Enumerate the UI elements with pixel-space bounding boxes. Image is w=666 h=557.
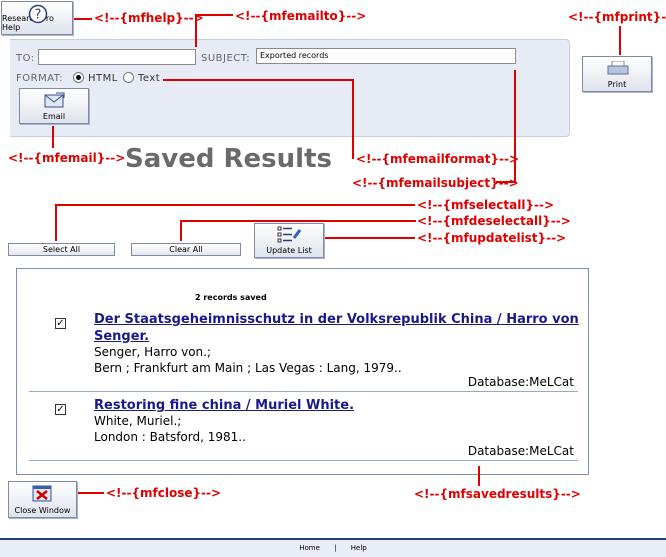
record-database: Database:MeLCat	[467, 375, 574, 389]
format-text-label: Text	[138, 73, 161, 84]
update-list-button-label: Update List	[266, 246, 312, 255]
help-icon: ?	[28, 4, 48, 24]
help-button[interactable]: ? Research Pro Help	[1, 1, 73, 35]
format-html-label: HTML	[88, 73, 118, 84]
format-html-radio[interactable]	[73, 72, 84, 83]
record-database: Database:MeLCat	[467, 444, 574, 458]
annotation-mfdeselectall: <!--{mfdeselectall}-->	[417, 214, 571, 228]
annotation-line	[52, 126, 54, 148]
annotation-mfupdatelist: <!--{mfupdatelist}-->	[417, 231, 567, 245]
annotation-mfemailformat: <!--{mfemailformat}-->	[356, 152, 520, 166]
annotation-line	[514, 70, 516, 182]
close-window-button-label: Close Window	[14, 506, 71, 515]
annotation-line	[325, 237, 415, 239]
close-window-icon	[32, 485, 52, 502]
email-button[interactable]: Email	[19, 88, 89, 124]
record-title-link[interactable]: Restoring fine china / Muriel White.	[94, 397, 354, 414]
annotation-line	[55, 204, 57, 241]
annotation-line	[352, 79, 354, 159]
record-author: White, Muriel.;	[94, 414, 182, 428]
annotation-mfemailto: <!--{mfemailto}-->	[235, 9, 367, 23]
printer-icon	[607, 61, 629, 75]
annotation-line	[55, 204, 415, 206]
update-list-icon	[277, 226, 302, 243]
record-checkbox[interactable]: ✓	[55, 318, 66, 329]
footer-bar: Home | Help	[0, 538, 666, 557]
record-checkbox[interactable]: ✓	[55, 404, 66, 415]
record-divider	[29, 460, 578, 461]
clear-all-button[interactable]: Clear All	[131, 243, 241, 256]
annotation-line	[163, 79, 353, 81]
annotation-mfemail: <!--{mfemail}-->	[8, 151, 126, 165]
annotation-line	[619, 26, 621, 55]
record-title-line: Restoring fine china / Muriel White.	[94, 398, 355, 413]
subject-label: SUBJECT:	[201, 53, 251, 64]
record-author: Senger, Harro von.;	[94, 345, 211, 359]
record-title-line: Senger.	[94, 329, 150, 344]
record-title-link[interactable]: Der Staatsgeheimnisschutz in der Volksre…	[94, 311, 579, 345]
annotation-line	[478, 466, 480, 486]
annotation-line	[74, 18, 92, 20]
print-button-label: Print	[607, 80, 627, 89]
annotation-mfclose: <!--{mfclose}-->	[106, 486, 222, 500]
svg-text:?: ?	[35, 8, 42, 23]
update-list-button[interactable]: Update List	[254, 223, 324, 258]
annotation-mfemailsubject: <!--{mfemailsubject}-->	[352, 176, 519, 190]
email-subject-input[interactable]: Exported records	[256, 48, 516, 64]
saved-records-list: 2 records saved ✓ Der Staatsgeheimnissch…	[16, 268, 589, 475]
annotation-mfselectall: <!--{mfselectall}-->	[417, 198, 555, 212]
annotation-line	[180, 220, 416, 222]
to-label: TO:	[16, 53, 35, 64]
records-count: 2 records saved	[195, 293, 267, 302]
email-to-input[interactable]	[38, 49, 196, 65]
select-all-button[interactable]: Select All	[8, 243, 115, 256]
annotation-line	[180, 220, 182, 241]
annotation-mfhelp: <!--{mfhelp}-->	[94, 11, 204, 25]
annotation-mfsavedresults: <!--{mfsavedresults}-->	[414, 487, 581, 501]
annotation-line	[78, 492, 104, 494]
annotation-line	[195, 14, 197, 47]
record-title-line: Der Staatsgeheimnisschutz in der Volksre…	[94, 312, 579, 327]
record-publication: London : Batsford, 1981..	[94, 430, 246, 444]
footer-help-link[interactable]: Help	[351, 544, 367, 552]
close-window-button[interactable]: Close Window	[8, 481, 77, 518]
annotation-mfprint: <!--{mfprint}-->	[568, 10, 666, 24]
footer-home-link[interactable]: Home	[299, 544, 320, 552]
page-title: Saved Results	[125, 144, 332, 174]
record-divider	[29, 391, 578, 392]
footer-separator: |	[334, 544, 337, 552]
print-button[interactable]: Print	[582, 56, 652, 92]
envelope-icon	[44, 92, 65, 108]
format-label: FORMAT:	[16, 73, 64, 84]
format-text-radio[interactable]	[123, 72, 134, 83]
record-publication: Bern ; Frankfurt am Main ; Las Vegas : L…	[94, 361, 402, 375]
email-button-label: Email	[42, 112, 66, 121]
annotation-line	[195, 14, 233, 16]
